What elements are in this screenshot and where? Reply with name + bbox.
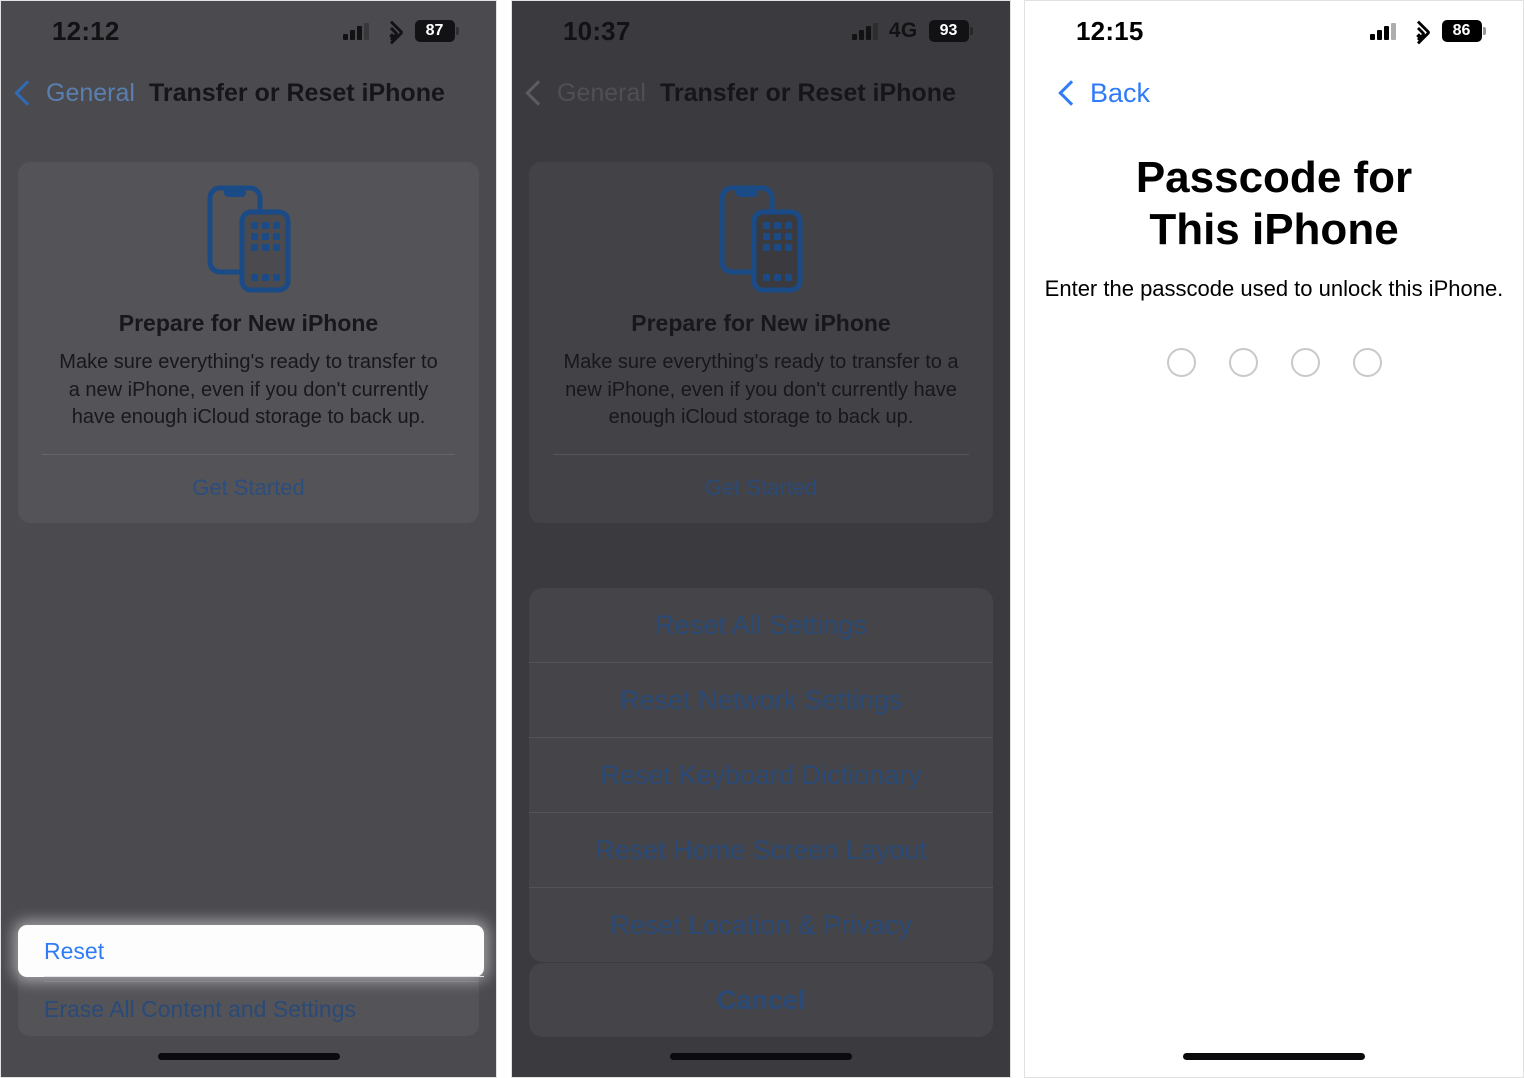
passcode-input[interactable] [1024, 348, 1524, 377]
highlight-reset-label: Reset [44, 938, 105, 964]
battery-icon: 87 [414, 20, 459, 42]
status-bar: 10:37 4G 93 [511, 0, 1011, 62]
wifi-icon [1406, 20, 1431, 45]
wifi-icon [379, 20, 404, 45]
passcode-dot [1228, 348, 1258, 377]
passcode-dot [1166, 348, 1196, 377]
passcode-dot [1290, 348, 1320, 377]
list-item-erase-all-content[interactable]: Erase All Content and Settings [18, 982, 479, 1036]
passcode-title: Passcode for This iPhone [1024, 152, 1524, 256]
passcode-title-line-1: Passcode for [1135, 153, 1413, 202]
status-indicators: 4G 93 [852, 19, 973, 43]
chevron-left-icon[interactable] [525, 80, 551, 106]
status-bar: 12:12 87 [0, 0, 497, 62]
chevron-left-icon[interactable] [1058, 80, 1084, 106]
home-indicator [1183, 1053, 1365, 1060]
status-indicators: 87 [343, 20, 459, 45]
page-title: Transfer or Reset iPhone [659, 78, 956, 107]
action-reset-keyboard-dictionary[interactable]: Reset Keyboard Dictionary [529, 738, 993, 812]
prepare-for-new-iphone-card: Prepare for New iPhone Make sure everyth… [529, 162, 993, 523]
battery-level-label: 87 [414, 20, 455, 42]
get-started-button[interactable]: Get Started [18, 455, 479, 523]
home-indicator [157, 1053, 340, 1060]
home-indicator [670, 1053, 852, 1060]
card-title: Prepare for New iPhone [118, 310, 379, 336]
navigation-bar: General Transfer or Reset iPhone [511, 62, 1011, 124]
status-time: 12:12 [52, 15, 120, 46]
two-iphones-icon [529, 184, 993, 294]
cancel-button[interactable]: Cancel [529, 963, 993, 1037]
passcode-subtitle: Enter the passcode used to unlock this i… [1044, 276, 1504, 301]
cellular-signal-icon [852, 22, 878, 40]
back-button[interactable]: Back [1090, 78, 1150, 109]
network-type-label: 4G [888, 19, 918, 42]
battery-cap [970, 27, 973, 35]
two-iphones-icon [18, 184, 479, 294]
cellular-signal-icon [1370, 22, 1396, 40]
action-reset-clipped[interactable]: Reset [529, 940, 993, 956]
card-description: Make sure everything's ready to transfer… [59, 351, 438, 429]
action-sheet-clipped-row: Reset [529, 940, 993, 956]
panel-reset-action-sheet: 10:37 4G 93 General Transfer or Reset iP… [511, 0, 1011, 1078]
card-title: Prepare for New iPhone [631, 310, 891, 336]
battery-level-label: 93 [928, 20, 969, 42]
highlight-reset-row[interactable]: Reset [18, 925, 484, 977]
battery-cap [1483, 27, 1486, 35]
battery-icon: 93 [928, 20, 973, 42]
action-reset-home-screen-layout[interactable]: Reset Home Screen Layout [529, 813, 993, 887]
prepare-for-new-iphone-card: Prepare for New iPhone Make sure everyth… [18, 162, 479, 523]
chevron-left-icon[interactable] [14, 80, 40, 106]
navigation-bar: Back [1024, 62, 1524, 124]
cellular-signal-icon [343, 22, 369, 40]
panel-transfer-reset-dimmed: 12:12 87 General Transfer or Reset iPhon… [0, 0, 497, 1078]
back-button-general[interactable]: General [46, 79, 135, 108]
battery-cap [456, 27, 459, 35]
status-time: 10:37 [563, 15, 631, 46]
action-sheet-options: Reset All Settings Reset Network Setting… [529, 588, 993, 962]
passcode-dot [1352, 348, 1382, 377]
three-panel-screenshot: 12:12 87 General Transfer or Reset iPhon… [0, 0, 1524, 1078]
action-reset-network-settings[interactable]: Reset Network Settings [529, 663, 993, 737]
panel-passcode-entry: 12:15 86 Back Passcode for This iPhone E… [1024, 0, 1524, 1078]
battery-level-label: 86 [1441, 20, 1482, 42]
passcode-title-line-2: This iPhone [1149, 204, 1399, 254]
card-description: Make sure everything's ready to transfer… [563, 351, 959, 429]
action-reset-all-settings[interactable]: Reset All Settings [529, 588, 993, 662]
status-time: 12:15 [1076, 15, 1144, 46]
get-started-button[interactable]: Get Started [529, 455, 993, 523]
back-button-general[interactable]: General [557, 79, 646, 108]
action-sheet-cancel-group: Cancel [529, 963, 993, 1037]
battery-icon: 86 [1441, 20, 1486, 42]
page-title: Transfer or Reset iPhone [148, 78, 445, 107]
status-bar: 12:15 86 [1024, 0, 1524, 62]
highlight-reset-underline [44, 976, 484, 977]
navigation-bar: General Transfer or Reset iPhone [0, 62, 497, 124]
status-indicators: 86 [1370, 20, 1486, 45]
